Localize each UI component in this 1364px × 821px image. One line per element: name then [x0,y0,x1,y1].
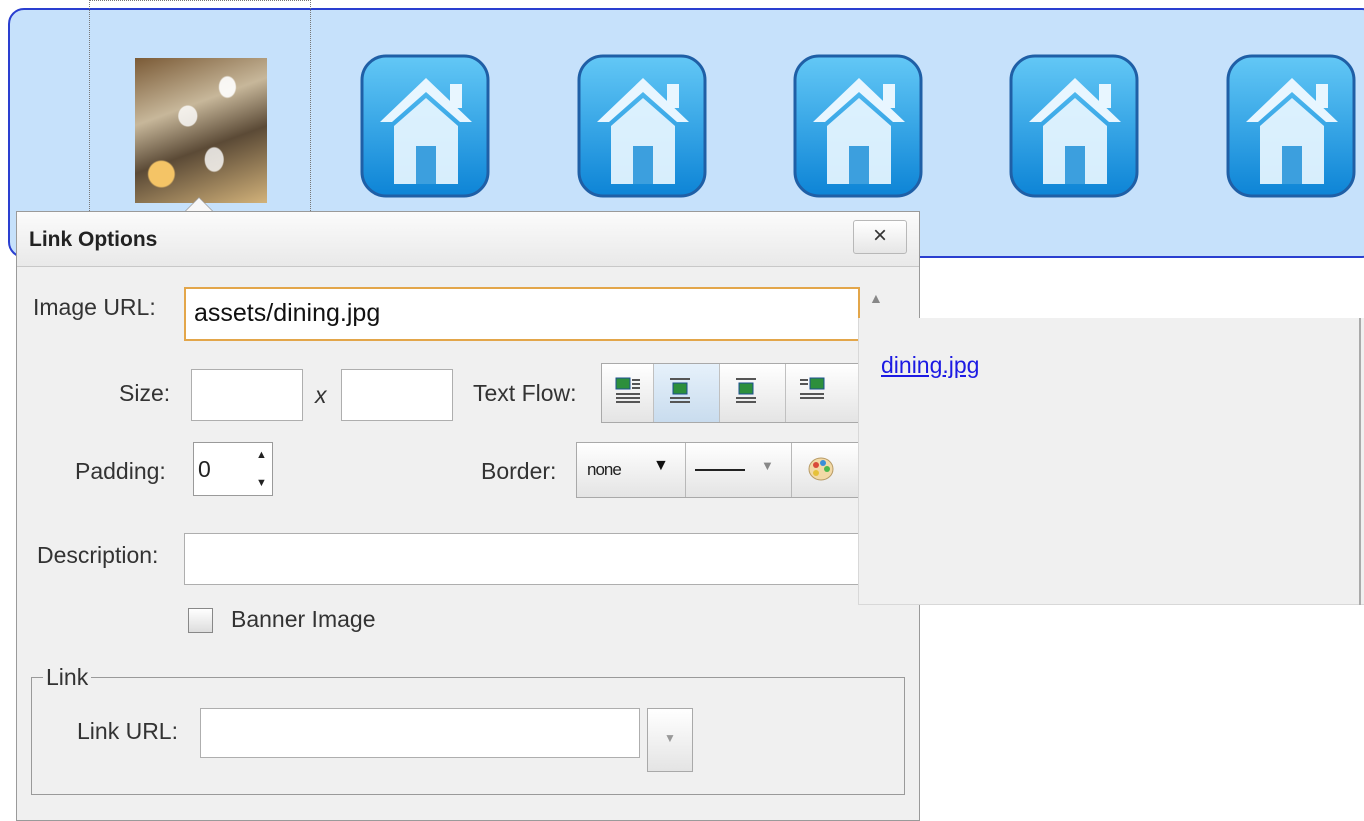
link-url-input[interactable] [200,708,640,758]
image-url-label: Image URL: [33,294,156,320]
spin-up-icon[interactable]: ▲ [256,449,267,461]
text-flow-wrap-left-button[interactable] [602,364,654,422]
text-flow-center-button[interactable] [720,364,786,422]
chevron-down-icon: ▼ [761,458,774,473]
border-controls: none ▼ ▼ [576,442,862,498]
link-options-dialog: Link Options × Image URL: assets/dining.… [16,211,920,821]
suggestion-item[interactable]: dining.jpg [881,352,979,379]
size-label: Size: [119,380,171,406]
scroll-up-icon[interactable]: ▲ [869,290,883,306]
text-flow-label: Text Flow: [473,380,577,406]
banner-image-checkbox[interactable] [188,608,213,633]
size-separator: x [315,382,327,408]
border-style-value: none [587,460,622,479]
chevron-down-icon: ▼ [653,457,669,474]
padding-stepper[interactable]: 0 ▲ ▼ [193,442,273,496]
image-url-value: assets/dining.jpg [194,299,381,327]
image-url-input[interactable]: assets/dining.jpg [184,287,860,341]
wrap-left-icon [615,377,640,403]
palette-icon [808,457,834,481]
home-icon[interactable] [360,54,490,198]
dialog-title: Link Options [29,228,158,251]
size-width-input[interactable] [191,369,303,421]
wrap-right-icon [800,377,825,399]
text-flow-group [601,363,861,423]
home-icon[interactable] [577,54,707,198]
border-line-select[interactable]: ▼ [685,443,792,497]
chevron-down-icon: ▼ [664,731,676,745]
size-height-input[interactable] [341,369,453,421]
dialog-pointer [184,197,214,212]
home-icon[interactable] [1009,54,1139,198]
home-icon[interactable] [793,54,923,198]
border-style-select[interactable]: none ▼ [577,443,686,497]
url-suggestions: dining.jpg [858,318,1364,605]
link-legend: Link [43,664,92,691]
inline-icon [670,378,690,403]
padding-label: Padding: [75,458,166,484]
border-label: Border: [481,458,557,484]
text-flow-wrap-right-button[interactable] [786,364,852,422]
text-flow-inline-button[interactable] [654,364,720,422]
description-input[interactable] [184,533,860,585]
center-icon [736,378,756,403]
border-color-button[interactable] [791,443,861,497]
close-button[interactable]: × [853,220,907,254]
home-icon[interactable] [1226,54,1356,198]
link-url-dropdown-button[interactable]: ▼ [647,708,693,772]
banner-image-label: Banner Image [231,606,376,632]
dialog-titlebar[interactable]: Link Options × [17,212,919,267]
suggestions-edge [1359,318,1361,605]
photo-thumbnail[interactable] [135,58,267,203]
line-sample [695,469,745,471]
padding-value: 0 [198,456,211,482]
description-label: Description: [37,542,159,568]
spin-down-icon[interactable]: ▼ [256,477,267,489]
link-url-label: Link URL: [77,718,178,744]
